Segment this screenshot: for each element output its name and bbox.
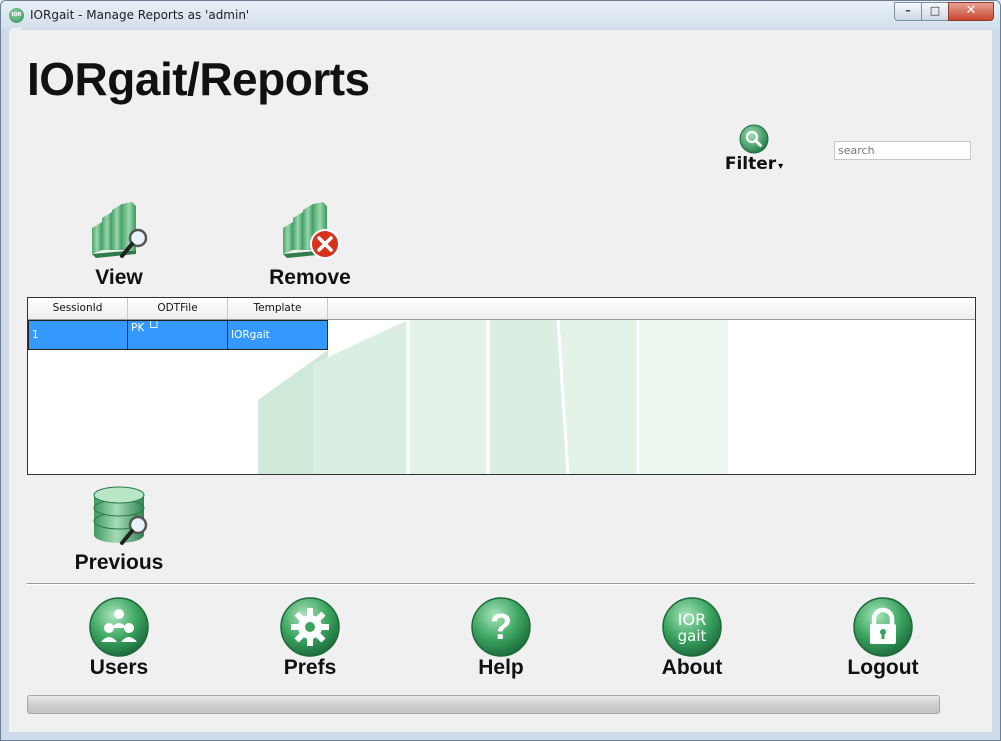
- chevron-down-icon: ▾: [778, 161, 784, 172]
- previous-button[interactable]: Previous: [67, 485, 171, 575]
- maximize-button[interactable]: □: [921, 2, 949, 21]
- report-view-icon: [92, 202, 148, 258]
- progress-bar: [27, 695, 940, 714]
- main-panel: IORgait/Reports Filter▾ View: [9, 30, 992, 732]
- cell-odt-file[interactable]: PK └┘: [127, 320, 228, 350]
- maximize-icon: □: [929, 4, 941, 17]
- page-title: IORgait/Reports: [27, 53, 370, 105]
- reports-table[interactable]: SessionId ODTFile Template 1 PK └┘ IORga…: [27, 297, 976, 475]
- about-button[interactable]: IOR gait About: [637, 595, 747, 680]
- cell-session-id[interactable]: 1: [28, 320, 128, 350]
- table-row[interactable]: 1 PK └┘ IORgait: [28, 320, 328, 350]
- app-logo-icon: IOR gait: [9, 8, 24, 33]
- watermark-chart-icon: [258, 320, 728, 474]
- cell-odt-file-text: PK └┘: [131, 322, 161, 334]
- window-controls: – □ ✕: [894, 2, 994, 21]
- about-logo-icon: IOR gait: [662, 597, 722, 657]
- users-label: Users: [89, 656, 149, 679]
- cell-session-id-text: 1: [32, 329, 39, 341]
- cell-template-text: IORgait: [231, 329, 270, 341]
- prefs-label: Prefs: [283, 656, 337, 679]
- close-button[interactable]: ✕: [948, 2, 994, 21]
- search-icon: [739, 124, 769, 154]
- window-title: IORgait - Manage Reports as 'admin': [30, 8, 250, 22]
- title-bar[interactable]: IOR gait IORgait - Manage Reports as 'ad…: [1, 1, 1000, 33]
- svg-text:?: ?: [490, 606, 512, 647]
- about-icon-text-bottom: gait: [678, 627, 707, 645]
- filter-button[interactable]: Filter ▾: [717, 124, 791, 180]
- search-input[interactable]: [834, 141, 971, 160]
- logout-label: Logout: [847, 656, 919, 679]
- prefs-button[interactable]: Prefs: [255, 595, 365, 680]
- divider: [27, 583, 975, 585]
- minimize-icon: –: [905, 4, 911, 17]
- users-button[interactable]: Users: [64, 595, 174, 680]
- about-label: About: [661, 656, 723, 679]
- filter-label: Filter: [724, 154, 777, 174]
- cell-template[interactable]: IORgait: [227, 320, 328, 350]
- help-label: Help: [478, 656, 524, 679]
- help-button[interactable]: ? Help: [446, 595, 556, 680]
- close-icon: ✕: [965, 3, 977, 18]
- help-icon: ?: [471, 597, 531, 657]
- report-remove-icon: [283, 202, 340, 259]
- minimize-button[interactable]: –: [894, 2, 922, 21]
- view-label: View: [95, 266, 143, 289]
- users-icon: [89, 597, 149, 657]
- database-search-icon: [93, 486, 148, 545]
- remove-label: Remove: [269, 266, 351, 289]
- remove-button[interactable]: Remove: [265, 198, 355, 290]
- view-button[interactable]: View: [79, 198, 159, 290]
- column-header-sessionid[interactable]: SessionId: [28, 298, 128, 319]
- table-header: SessionId ODTFile Template: [28, 298, 975, 320]
- column-header-template[interactable]: Template: [228, 298, 328, 319]
- gear-icon: [280, 597, 340, 657]
- previous-label: Previous: [74, 551, 164, 574]
- column-header-odtfile[interactable]: ODTFile: [128, 298, 228, 319]
- lock-icon: [853, 597, 913, 657]
- app-window: IOR gait IORgait - Manage Reports as 'ad…: [0, 0, 1001, 741]
- logout-button[interactable]: Logout: [828, 595, 938, 680]
